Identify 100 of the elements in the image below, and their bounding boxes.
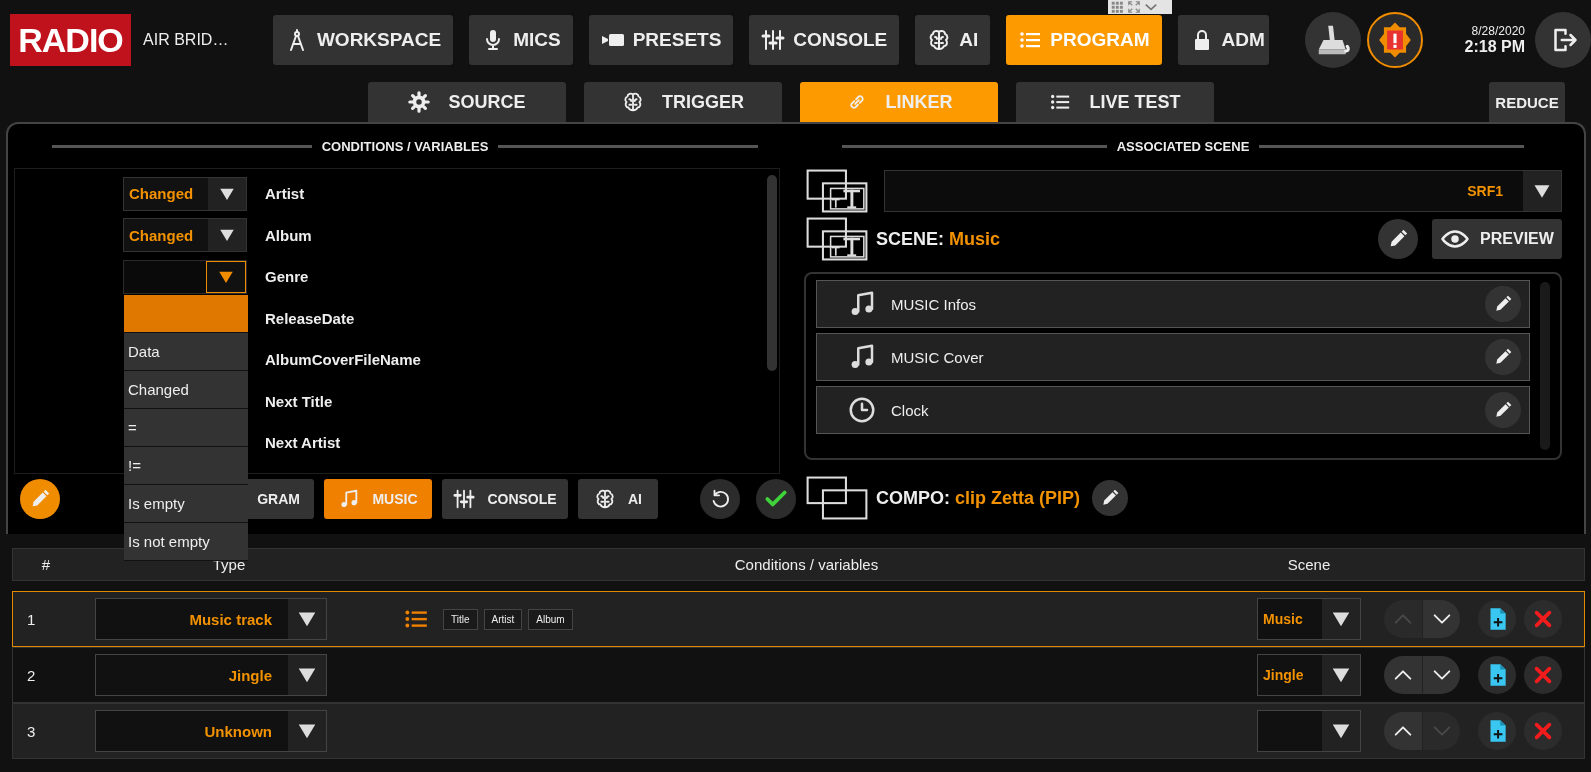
variable-name: ReleaseDate bbox=[265, 309, 355, 327]
composition-icon bbox=[804, 475, 870, 521]
move-down-button[interactable] bbox=[1422, 600, 1460, 638]
scene-dropdown[interactable]: Music bbox=[1257, 598, 1361, 640]
brain-icon bbox=[594, 488, 616, 510]
element-name: MUSIC Infos bbox=[891, 295, 978, 313]
operator-dropdown[interactable] bbox=[123, 259, 247, 294]
delete-button[interactable] bbox=[1524, 600, 1562, 638]
nav-button[interactable]: ADM bbox=[1177, 15, 1269, 65]
table-row[interactable]: 1 Music track Title Artist Album Music bbox=[12, 591, 1585, 647]
pencil-icon bbox=[1493, 347, 1513, 367]
row-number: 3 bbox=[26, 722, 37, 740]
column-header: Conditions / variables bbox=[733, 556, 880, 573]
reset-button[interactable] bbox=[700, 479, 740, 519]
variable-name: Album bbox=[265, 226, 312, 244]
add-file-button[interactable] bbox=[1478, 712, 1516, 750]
operator-dropdown[interactable]: Changed bbox=[123, 218, 247, 253]
type-dropdown[interactable]: Jingle bbox=[95, 654, 327, 696]
compo-name: clip Zetta (PIP) bbox=[955, 487, 1080, 509]
move-up-button[interactable] bbox=[1384, 712, 1422, 750]
move-up-button[interactable] bbox=[1384, 656, 1422, 694]
source-dropdown[interactable]: SRF1 bbox=[884, 170, 1562, 212]
nav-button[interactable]: PRESETS bbox=[588, 15, 734, 65]
category-button[interactable]: CONSOLE bbox=[442, 479, 568, 519]
pencil-icon bbox=[1493, 400, 1513, 420]
scrollbar[interactable] bbox=[767, 175, 777, 371]
element-name: Clock bbox=[891, 401, 930, 419]
variable-name: Genre bbox=[265, 268, 309, 286]
compo-label: COMPO: bbox=[876, 487, 950, 509]
add-file-button[interactable] bbox=[1478, 600, 1516, 638]
type-dropdown[interactable]: Unknown bbox=[95, 710, 327, 752]
row-number: 2 bbox=[26, 666, 37, 684]
nav-button[interactable]: WORKSPACE bbox=[272, 15, 454, 65]
close-icon bbox=[1532, 720, 1554, 742]
reduce-button[interactable]: REDUCE bbox=[1489, 82, 1565, 122]
gear-icon bbox=[408, 91, 431, 113]
scene-name: Music bbox=[949, 228, 1001, 250]
edit-element-button[interactable] bbox=[1485, 339, 1521, 375]
tab[interactable]: SOURCE bbox=[368, 82, 566, 122]
date-text: 8/28/2020 bbox=[1471, 24, 1525, 38]
scene-dropdown[interactable]: Jingle bbox=[1257, 654, 1361, 696]
tab[interactable]: TRIGGER bbox=[584, 82, 782, 122]
edit-element-button[interactable] bbox=[1485, 392, 1521, 428]
variable-name: Artist bbox=[265, 185, 305, 203]
delete-button[interactable] bbox=[1524, 656, 1562, 694]
scene-element-row[interactable]: MUSIC Infos bbox=[816, 280, 1530, 328]
column-header: Scene bbox=[1286, 556, 1332, 573]
close-icon bbox=[1532, 664, 1554, 686]
table-row[interactable]: 3 Unknown bbox=[12, 703, 1585, 759]
menu-option[interactable]: = bbox=[124, 409, 248, 447]
pencil-icon bbox=[1493, 294, 1513, 314]
tab[interactable]: LIVE TEST bbox=[1016, 82, 1214, 122]
menu-option[interactable]: Is empty bbox=[124, 485, 248, 523]
add-file-button[interactable] bbox=[1478, 656, 1516, 694]
condition-tag: Title bbox=[443, 608, 478, 630]
logo: RADIO bbox=[10, 14, 132, 66]
move-down-button[interactable] bbox=[1422, 656, 1460, 694]
element-name: MUSIC Cover bbox=[891, 348, 985, 366]
scene-label: SCENE: bbox=[876, 228, 944, 250]
expand-icon[interactable] bbox=[1127, 0, 1141, 14]
grid-icon[interactable] bbox=[1110, 0, 1124, 14]
condition-tag: Album bbox=[528, 608, 573, 630]
section-title: CONDITIONS / VARIABLES bbox=[321, 138, 489, 154]
variable-name: Next Artist bbox=[265, 434, 341, 452]
type-dropdown[interactable]: Music track bbox=[95, 598, 327, 640]
nav-button[interactable]: AI bbox=[915, 15, 991, 65]
menu-option[interactable] bbox=[124, 295, 248, 333]
scene-dropdown[interactable] bbox=[1257, 710, 1361, 752]
edit-scene-button[interactable] bbox=[1378, 219, 1418, 259]
sliders-icon bbox=[761, 28, 786, 52]
scene-layers-icon bbox=[804, 168, 870, 214]
condition-tag: Artist bbox=[483, 608, 523, 630]
scene-element-row[interactable]: Clock bbox=[816, 386, 1530, 434]
menu-option[interactable]: Changed bbox=[124, 371, 248, 409]
scene-layers-icon bbox=[804, 216, 870, 262]
scene-element-row[interactable]: MUSIC Cover bbox=[816, 333, 1530, 381]
clock-icon bbox=[847, 395, 877, 425]
close-icon bbox=[1532, 608, 1554, 630]
sliders-icon bbox=[453, 488, 476, 510]
edit-element-button[interactable] bbox=[1485, 286, 1521, 322]
nav-button[interactable]: CONSOLE bbox=[749, 15, 900, 65]
logout-button[interactable] bbox=[1535, 12, 1591, 68]
row-number: 1 bbox=[26, 610, 37, 628]
table-row[interactable]: 2 Jingle Jingle bbox=[12, 647, 1585, 703]
scrollbar[interactable] bbox=[1540, 282, 1550, 450]
brain-icon bbox=[622, 91, 644, 113]
delete-button[interactable] bbox=[1524, 712, 1562, 750]
preview-button[interactable]: PREVIEW bbox=[1432, 219, 1562, 259]
station-name: AIR BRID… bbox=[143, 31, 230, 49]
menu-option[interactable]: != bbox=[124, 447, 248, 485]
nav-button[interactable]: MICS bbox=[469, 15, 573, 65]
menu-option[interactable]: Data bbox=[124, 333, 248, 371]
category-button[interactable]: AI bbox=[578, 479, 658, 519]
edit-compo-button[interactable] bbox=[1092, 480, 1128, 516]
menu-option[interactable]: Is not empty bbox=[124, 523, 248, 561]
edit-button[interactable] bbox=[20, 479, 60, 519]
confirm-button[interactable] bbox=[756, 479, 796, 519]
section-title: ASSOCIATED SCENE bbox=[1116, 138, 1250, 154]
time-text: 2:18 PM bbox=[1464, 38, 1525, 56]
operator-dropdown[interactable]: Changed bbox=[123, 176, 247, 211]
